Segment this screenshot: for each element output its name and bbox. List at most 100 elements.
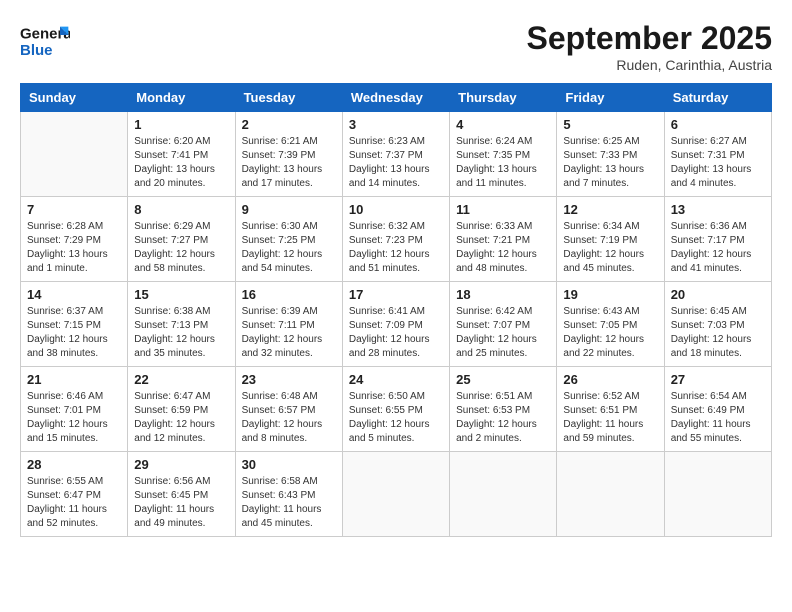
day-info: Sunrise: 6:46 AM Sunset: 7:01 PM Daylight:… <box>27 390 121 446</box>
daylight-text: Daylight: 12 hours and 58 minutes. <box>134 249 215 274</box>
calendar-cell: 23Sunrise: 6:48 AMSunset: 6:57 PMDayligh… <box>235 367 342 452</box>
calendar-week-5: 28 Sunrise: 6:55 AMSunset: 6:47 PMDayligh… <box>21 452 772 537</box>
day-info: Sunrise: 6:55 AMSunset: 6:47 PMDaylight:… <box>27 475 121 531</box>
day-number: 22 <box>134 372 228 387</box>
day-info: Sunrise: 6:30 AMSunset: 7:25 PMDaylight:… <box>242 220 336 276</box>
calendar-cell: 6Sunrise: 6:27 AMSunset: 7:31 PMDaylight… <box>664 112 771 197</box>
day-info: Sunrise: 6:54 AMSunset: 6:49 PMDaylight:… <box>671 390 765 446</box>
sunrise-text: Sunrise: 6:56 AM <box>134 476 210 487</box>
weekday-header-sunday: Sunday <box>21 84 128 112</box>
daylight-text: Daylight: 13 hours and 20 minutes. <box>134 164 215 189</box>
daylight-text: Daylight: 11 hours and 49 minutes. <box>134 504 214 529</box>
day-info: Sunrise: 6:20 AMSunset: 7:41 PMDaylight:… <box>134 135 228 191</box>
weekday-header-friday: Friday <box>557 84 664 112</box>
calendar-cell: 9 Sunrise: 6:30 AMSunset: 7:25 PMDaylight… <box>235 197 342 282</box>
sunset-text: Sunset: 7:07 PM <box>456 320 530 331</box>
day-info: Sunrise: 6:48 AMSunset: 6:57 PMDaylight:… <box>242 390 336 446</box>
day-number: 3 <box>349 117 443 132</box>
day-number: 9 <box>242 202 336 217</box>
month-title: September 2025 <box>527 20 772 57</box>
day-info: Sunrise: 6:39 AMSunset: 7:11 PMDaylight:… <box>242 305 336 361</box>
sunset-text: Sunset: 7:33 PM <box>563 150 637 161</box>
calendar-table: SundayMondayTuesdayWednesdayThursdayFrid… <box>20 83 772 537</box>
sunrise-text: Sunrise: 6:36 AM <box>671 221 747 232</box>
sunrise-text: Sunrise: 6:47 AM <box>134 391 210 402</box>
sunset-text: Sunset: 6:49 PM <box>671 405 745 416</box>
daylight-text: Daylight: 12 hours and 41 minutes. <box>671 249 752 274</box>
daylight-text: Daylight: 12 hours and 51 minutes. <box>349 249 430 274</box>
day-number: 14 <box>27 287 121 302</box>
day-info: Sunrise: 6:37 AMSunset: 7:15 PMDaylight:… <box>27 305 121 361</box>
weekday-header-saturday: Saturday <box>664 84 771 112</box>
sunset-text: Sunset: 7:11 PM <box>242 320 315 331</box>
sunset-text: Sunset: 6:43 PM <box>242 490 316 501</box>
day-number: 8 <box>134 202 228 217</box>
daylight-text: Daylight: 12 hours and 15 minutes. <box>27 419 108 444</box>
sunrise-text: Sunrise: 6:24 AM <box>456 136 532 147</box>
daylight-text: Daylight: 13 hours and 7 minutes. <box>563 164 644 189</box>
calendar-cell: 4Sunrise: 6:24 AMSunset: 7:35 PMDaylight… <box>450 112 557 197</box>
day-info: Sunrise: 6:24 AMSunset: 7:35 PMDaylight:… <box>456 135 550 191</box>
day-info: Sunrise: 6:29 AMSunset: 7:27 PMDaylight:… <box>134 220 228 276</box>
day-info: Sunrise: 6:27 AMSunset: 7:31 PMDaylight:… <box>671 135 765 191</box>
title-block: September 2025 Ruden, Carinthia, Austria <box>527 20 772 73</box>
day-number: 29 <box>134 457 228 472</box>
day-number: 21 <box>27 372 121 387</box>
calendar-cell: 25Sunrise: 6:51 AMSunset: 6:53 PMDayligh… <box>450 367 557 452</box>
sunrise-text: Sunrise: 6:58 AM <box>242 476 318 487</box>
sunset-text: Sunset: 7:31 PM <box>671 150 745 161</box>
calendar-cell: 2Sunrise: 6:21 AMSunset: 7:39 PMDaylight… <box>235 112 342 197</box>
daylight-text: Daylight: 12 hours and 54 minutes. <box>242 249 323 274</box>
calendar-cell: 1Sunrise: 6:20 AMSunset: 7:41 PMDaylight… <box>128 112 235 197</box>
day-info: Sunrise: 6:21 AMSunset: 7:39 PMDaylight:… <box>242 135 336 191</box>
sunset-text: Sunset: 7:39 PM <box>242 150 316 161</box>
day-info: Sunrise: 6:45 AMSunset: 7:03 PMDaylight:… <box>671 305 765 361</box>
daylight-text: Daylight: 13 hours and 1 minute. <box>27 249 108 274</box>
calendar-cell: 20Sunrise: 6:45 AMSunset: 7:03 PMDayligh… <box>664 282 771 367</box>
sunset-text: Sunset: 7:19 PM <box>563 235 637 246</box>
day-number: 12 <box>563 202 657 217</box>
daylight-text: Daylight: 12 hours and 8 minutes. <box>242 419 323 444</box>
day-number: 7 <box>27 202 121 217</box>
day-info: Sunrise: 6:25 AMSunset: 7:33 PMDaylight:… <box>563 135 657 191</box>
sunrise-text: Sunrise: 6:39 AM <box>242 306 318 317</box>
calendar-cell: 22Sunrise: 6:47 AMSunset: 6:59 PMDayligh… <box>128 367 235 452</box>
calendar-cell: 14Sunrise: 6:37 AMSunset: 7:15 PMDayligh… <box>21 282 128 367</box>
day-info: Sunrise: 6:51 AMSunset: 6:53 PMDaylight:… <box>456 390 550 446</box>
calendar-header-row: SundayMondayTuesdayWednesdayThursdayFrid… <box>21 84 772 112</box>
day-number: 11 <box>456 202 550 217</box>
sunset-text: Sunset: 7:01 PM <box>27 405 101 416</box>
calendar-cell: 26Sunrise: 6:52 AMSunset: 6:51 PMDayligh… <box>557 367 664 452</box>
sunset-text: Sunset: 7:15 PM <box>27 320 101 331</box>
sunset-text: Sunset: 6:55 PM <box>349 405 423 416</box>
sunrise-text: Sunrise: 6:37 AM <box>27 306 103 317</box>
daylight-text: Daylight: 11 hours and 55 minutes. <box>671 419 751 444</box>
day-number: 5 <box>563 117 657 132</box>
calendar-cell: 10Sunrise: 6:32 AMSunset: 7:23 PMDayligh… <box>342 197 449 282</box>
sunset-text: Sunset: 6:53 PM <box>456 405 530 416</box>
weekday-header-monday: Monday <box>128 84 235 112</box>
calendar-cell <box>664 452 771 537</box>
sunset-text: Sunset: 7:13 PM <box>134 320 208 331</box>
sunrise-text: Sunrise: 6:50 AM <box>349 391 425 402</box>
day-number: 15 <box>134 287 228 302</box>
sunrise-text: Sunrise: 6:23 AM <box>349 136 425 147</box>
sunset-text: Sunset: 7:25 PM <box>242 235 316 246</box>
sunset-text: Sunset: 7:09 PM <box>349 320 423 331</box>
day-number: 28 <box>27 457 121 472</box>
calendar-cell: 21 Sunrise: 6:46 AM Sunset: 7:01 PM Dayligh… <box>21 367 128 452</box>
sunset-text: Sunset: 7:41 PM <box>134 150 208 161</box>
day-number: 26 <box>563 372 657 387</box>
calendar-cell: 12 Sunrise: 6:34 AMSunset: 7:19 PMDayligh… <box>557 197 664 282</box>
daylight-text: Daylight: 12 hours and 28 minutes. <box>349 334 430 359</box>
sunrise-text: Sunrise: 6:46 AM <box>27 391 103 402</box>
daylight-text: Daylight: 13 hours and 11 minutes. <box>456 164 537 189</box>
sunset-text: Sunset: 7:27 PM <box>134 235 208 246</box>
daylight-text: Daylight: 12 hours and 35 minutes. <box>134 334 215 359</box>
day-info: Sunrise: 6:34 AMSunset: 7:19 PMDaylight:… <box>563 220 657 276</box>
calendar-cell: 27Sunrise: 6:54 AMSunset: 6:49 PMDayligh… <box>664 367 771 452</box>
svg-text:Blue: Blue <box>20 42 53 59</box>
calendar-week-1: 1Sunrise: 6:20 AMSunset: 7:41 PMDaylight… <box>21 112 772 197</box>
calendar-cell: 18Sunrise: 6:42 AMSunset: 7:07 PMDayligh… <box>450 282 557 367</box>
logo: General Blue <box>20 20 70 60</box>
